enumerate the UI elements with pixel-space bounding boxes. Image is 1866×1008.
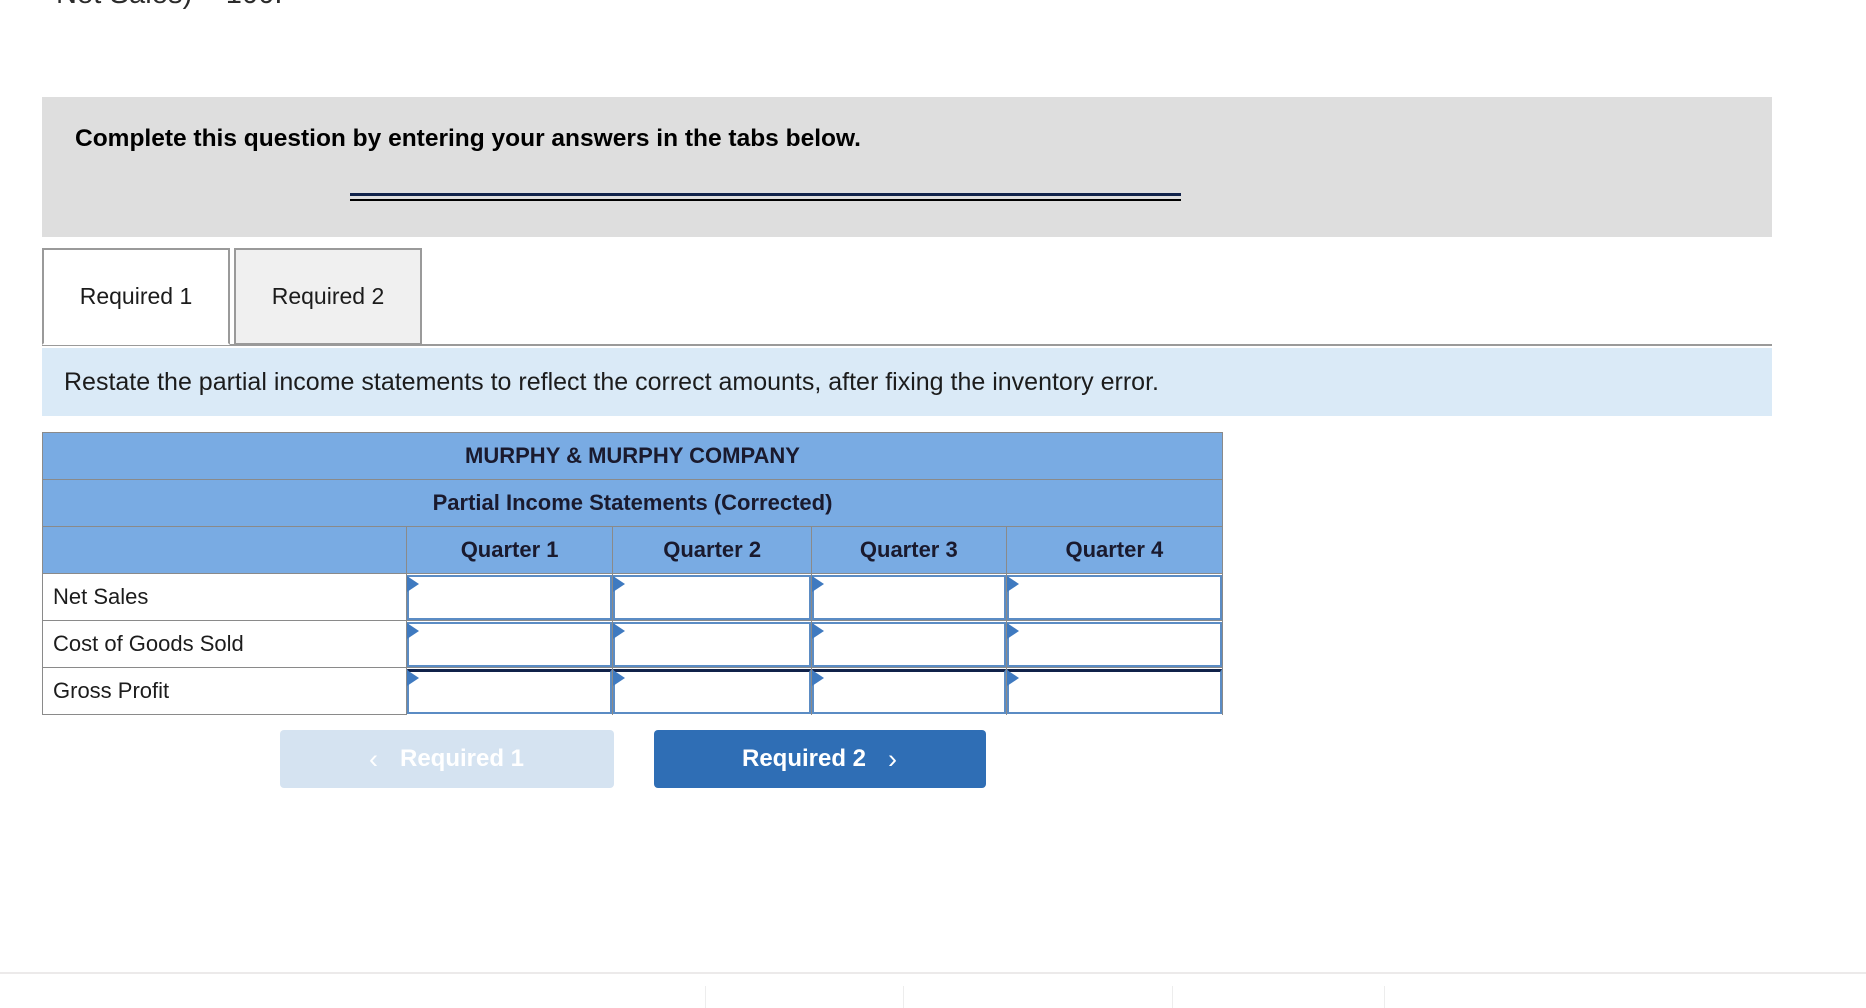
navigation-buttons: ‹ Required 1 Required 2 › [42, 730, 1223, 788]
chevron-left-icon: ‹ [368, 743, 378, 774]
table-row: Gross Profit [42, 667, 1224, 715]
worksheet-corner-header [42, 526, 407, 574]
cell-marker-triangle-icon [613, 623, 626, 639]
clipped-formula-text: Net Sales) × 100. [56, 0, 283, 11]
chevron-right-icon: › [888, 743, 898, 774]
column-header-quarter-4: Quarter 4 [1005, 526, 1224, 574]
input-cogs-quarter-1[interactable] [406, 621, 613, 667]
cell-marker-triangle-icon [811, 670, 824, 686]
row-label-gross-profit: Gross Profit [42, 667, 407, 715]
row-label-net-sales: Net Sales [42, 573, 407, 621]
cell-gross-profit-quarter-2[interactable] [612, 667, 812, 715]
cell-marker-triangle-icon [406, 576, 419, 592]
input-gross-profit-quarter-1[interactable] [406, 668, 613, 714]
cell-marker-triangle-icon [1006, 576, 1019, 592]
tab-required-1[interactable]: Required 1 [42, 248, 230, 345]
question-page: Net Sales) × 100. Complete this question… [0, 0, 1866, 1008]
total-rule-upper [350, 193, 1181, 196]
cell-gross-profit-quarter-1[interactable] [405, 667, 614, 715]
income-statement-worksheet: MURPHY & MURPHY COMPANY Partial Income S… [42, 432, 1224, 715]
cell-cogs-quarter-4[interactable] [1005, 620, 1224, 668]
cell-marker-triangle-icon [406, 670, 419, 686]
toolbar-separator [903, 986, 904, 1008]
worksheet-statement-title: Partial Income Statements (Corrected) [42, 479, 1223, 527]
cell-net-sales-quarter-4[interactable] [1005, 573, 1224, 621]
cell-marker-triangle-icon [1006, 623, 1019, 639]
row-label-cost-of-goods-sold: Cost of Goods Sold [42, 620, 407, 668]
cell-marker-triangle-icon [811, 623, 824, 639]
column-header-quarter-3: Quarter 3 [810, 526, 1007, 574]
input-gross-profit-quarter-4[interactable] [1006, 668, 1222, 714]
cell-marker-triangle-icon [811, 576, 824, 592]
toolbar-separator [1384, 986, 1385, 1008]
next-required-2-button[interactable]: Required 2 › [653, 730, 986, 788]
worksheet-company-row: MURPHY & MURPHY COMPANY [42, 432, 1223, 480]
cell-net-sales-quarter-2[interactable] [612, 573, 812, 621]
cell-net-sales-quarter-1[interactable] [405, 573, 614, 621]
tab-required-2-label: Required 2 [271, 283, 385, 309]
prev-required-1-button[interactable]: ‹ Required 1 [279, 730, 614, 788]
column-header-quarter-1: Quarter 1 [405, 526, 614, 574]
cell-cogs-quarter-3[interactable] [810, 620, 1007, 668]
input-cogs-quarter-3[interactable] [811, 621, 1006, 667]
column-header-quarter-2: Quarter 2 [612, 526, 812, 574]
input-net-sales-quarter-4[interactable] [1006, 574, 1222, 620]
requirement-description-bar: Restate the partial income statements to… [42, 348, 1772, 416]
toolbar-separator [705, 986, 706, 1008]
table-row: Cost of Goods Sold [42, 620, 1224, 668]
cell-gross-profit-quarter-3[interactable] [810, 667, 1007, 715]
cell-gross-profit-quarter-4[interactable] [1005, 667, 1224, 715]
worksheet-title-row: Partial Income Statements (Corrected) [42, 479, 1223, 527]
bottom-divider [0, 972, 1866, 974]
input-cogs-quarter-4[interactable] [1006, 621, 1222, 667]
cell-cogs-quarter-1[interactable] [405, 620, 614, 668]
cell-marker-triangle-icon [613, 670, 626, 686]
tab-required-1-label: Required 1 [79, 283, 193, 309]
table-row: Net Sales [42, 573, 1224, 621]
toolbar-separator [1172, 986, 1173, 1008]
cell-marker-triangle-icon [1006, 670, 1019, 686]
tab-required-2[interactable]: Required 2 [234, 248, 422, 345]
cell-marker-triangle-icon [406, 623, 419, 639]
cell-marker-triangle-icon [613, 576, 626, 592]
requirement-description-text: Restate the partial income statements to… [64, 367, 1159, 396]
input-net-sales-quarter-3[interactable] [811, 574, 1006, 620]
input-cogs-quarter-2[interactable] [613, 621, 811, 667]
instruction-banner: Complete this question by entering your … [42, 97, 1772, 237]
cell-cogs-quarter-2[interactable] [612, 620, 812, 668]
input-gross-profit-quarter-3[interactable] [811, 668, 1006, 714]
worksheet-company-name: MURPHY & MURPHY COMPANY [42, 432, 1223, 480]
input-gross-profit-quarter-2[interactable] [613, 668, 811, 714]
worksheet-column-header-row: Quarter 1 Quarter 2 Quarter 3 Quarter 4 [42, 526, 1224, 574]
input-net-sales-quarter-2[interactable] [613, 574, 811, 620]
input-net-sales-quarter-1[interactable] [406, 574, 613, 620]
prev-required-1-label: Required 1 [399, 745, 525, 772]
tab-strip: Required 1 Required 2 [42, 248, 1772, 346]
next-required-2-label: Required 2 [741, 745, 867, 772]
total-rule-lower [350, 199, 1181, 201]
instruction-banner-title: Complete this question by entering your … [75, 125, 861, 152]
cell-net-sales-quarter-3[interactable] [810, 573, 1007, 621]
